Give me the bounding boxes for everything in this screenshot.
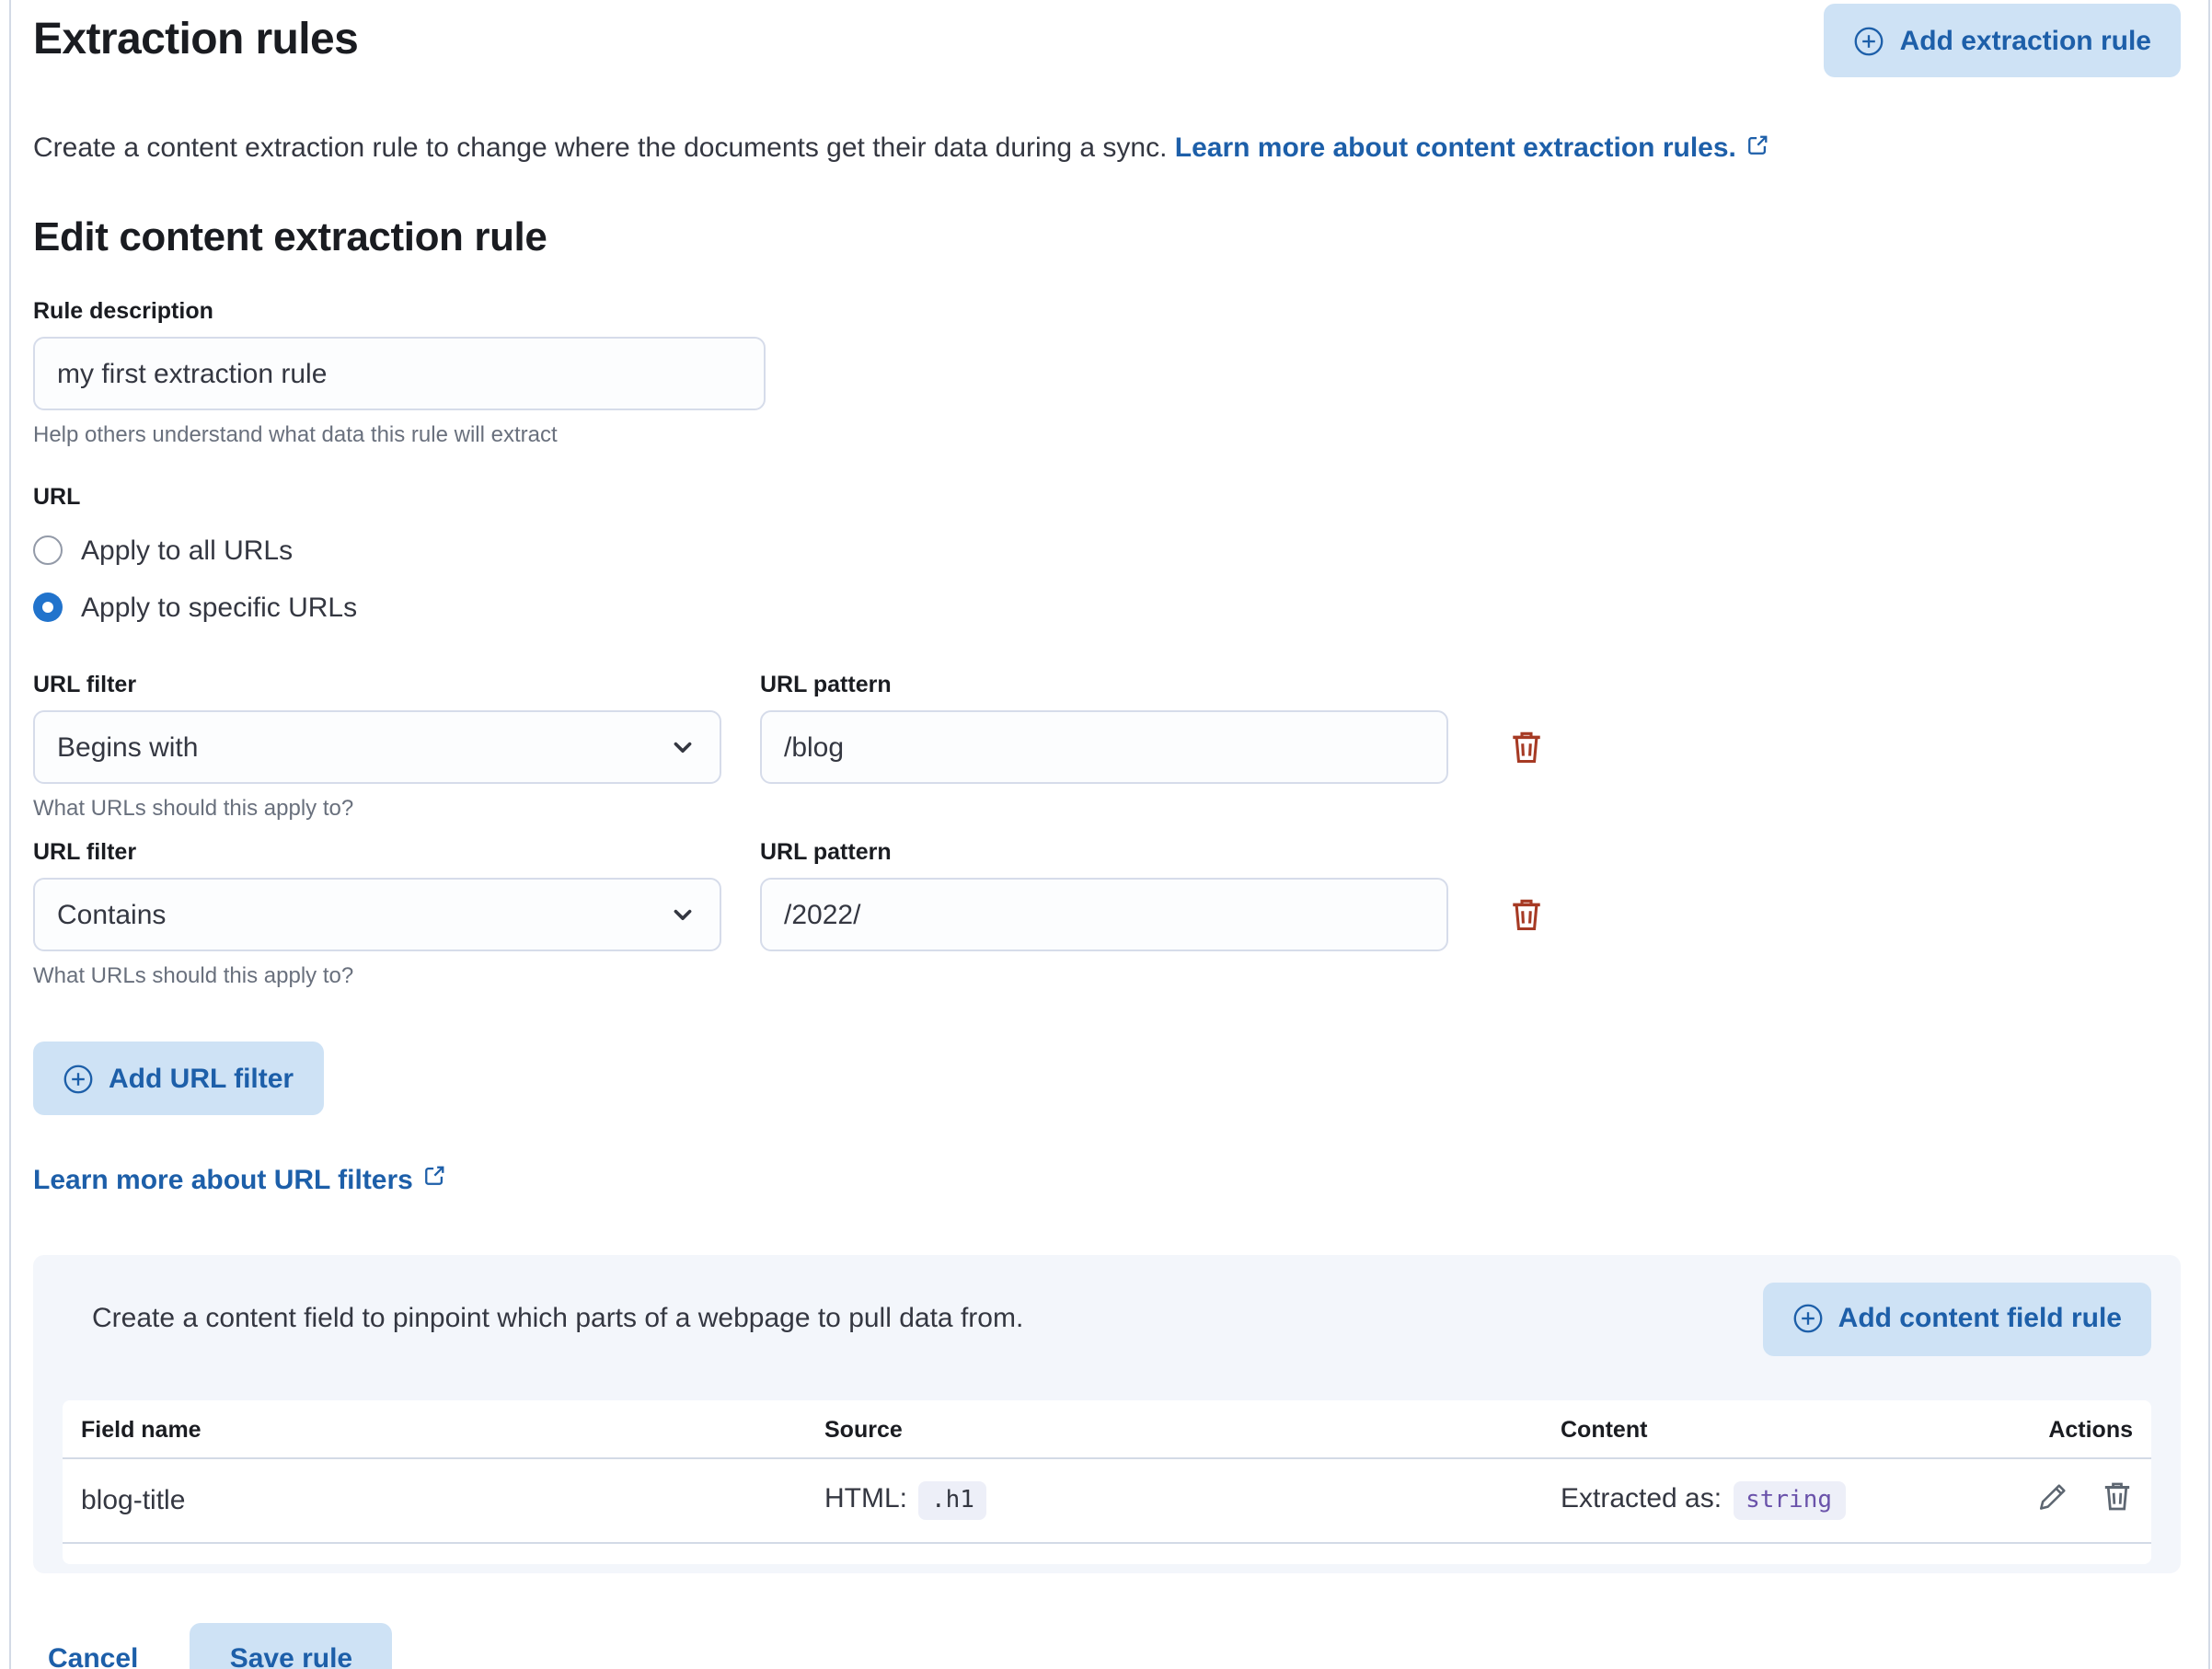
plus-in-circle-icon — [1854, 25, 1885, 56]
extraction-rules-page: Extraction rules Add extraction rule Cre… — [9, 0, 2210, 1669]
add-url-filter-button[interactable]: Add URL filter — [33, 1042, 323, 1115]
page-header: Extraction rules Add extraction rule — [33, 0, 2181, 77]
external-link-icon — [422, 1163, 448, 1196]
radio-unselected-icon[interactable] — [33, 535, 63, 565]
field-name-cell: blog-title — [63, 1457, 806, 1542]
plus-in-circle-icon — [63, 1063, 94, 1094]
delete-content-field-button[interactable] — [2102, 1480, 2133, 1512]
page-title: Extraction rules — [33, 4, 358, 77]
content-cell: Extracted as:string — [1542, 1457, 1894, 1542]
delete-url-filter-button[interactable] — [1509, 897, 1542, 932]
filter-1-help: What URLs should this apply to? — [33, 793, 2181, 823]
url-pattern-label: URL pattern — [760, 670, 1448, 699]
external-link-icon — [1745, 131, 1771, 169]
table-row: blog-title HTML:.h1 Extracted as:string — [63, 1457, 2151, 1542]
url-filter-label: URL filter — [33, 837, 721, 867]
chevron-down-icon — [668, 732, 697, 762]
content-fields-table: Field name Source Content Actions blog-t… — [63, 1399, 2151, 1563]
trash-icon — [2102, 1480, 2133, 1512]
chevron-down-icon — [668, 900, 697, 929]
cancel-button[interactable]: Cancel — [33, 1622, 153, 1669]
url-filter-label: URL filter — [33, 670, 721, 699]
url-filter-select[interactable]: Begins with — [33, 710, 721, 784]
save-rule-button[interactable]: Save rule — [190, 1622, 392, 1669]
delete-url-filter-button[interactable] — [1509, 730, 1542, 765]
rule-description-help: Help others understand what data this ru… — [33, 420, 2181, 449]
filter-2-row: Contains — [33, 878, 2181, 951]
rule-description-input[interactable] — [33, 337, 766, 410]
pencil-icon — [2037, 1480, 2068, 1512]
add-content-field-rule-button[interactable]: Add content field rule — [1763, 1282, 2151, 1355]
rule-description-label: Rule description — [33, 296, 2181, 326]
url-filter-select[interactable]: Contains — [33, 878, 721, 951]
source-code-badge: .h1 — [918, 1480, 987, 1519]
filter-1-row: Begins with — [33, 710, 2181, 784]
url-pattern-input[interactable] — [760, 710, 1448, 784]
screen: Extraction rules Add extraction rule Cre… — [0, 0, 2212, 1669]
radio-selected-icon[interactable] — [33, 593, 63, 622]
content-code-badge: string — [1733, 1480, 1845, 1519]
trash-icon — [1508, 730, 1543, 765]
url-pattern-input[interactable] — [760, 878, 1448, 951]
learn-more-url-filters-link[interactable]: Learn more about URL filters — [33, 1164, 413, 1195]
source-cell: HTML:.h1 — [806, 1457, 1542, 1542]
trash-icon — [1508, 897, 1543, 932]
url-label: URL — [33, 482, 2181, 512]
form-footer: Cancel Save rule — [33, 1622, 2181, 1669]
url-pattern-label: URL pattern — [760, 837, 1448, 867]
column-header-actions: Actions — [1894, 1399, 2151, 1457]
page-description: Create a content extraction rule to chan… — [33, 129, 2181, 169]
filter-1-labels: URL filter URL pattern — [33, 670, 2181, 699]
filter-2-labels: URL filter URL pattern — [33, 837, 2181, 867]
radio-apply-all-urls[interactable]: Apply to all URLs — [33, 532, 2181, 569]
add-extraction-rule-button[interactable]: Add extraction rule — [1825, 4, 2181, 77]
edit-rule-heading: Edit content extraction rule — [33, 212, 2181, 263]
column-header-field-name: Field name — [63, 1399, 806, 1457]
learn-more-extraction-rules-link[interactable]: Learn more about content extraction rule… — [1175, 132, 1736, 164]
column-header-content: Content — [1542, 1399, 1894, 1457]
edit-content-field-button[interactable] — [2037, 1480, 2068, 1512]
content-fields-panel: Create a content field to pinpoint which… — [33, 1254, 2181, 1572]
plus-in-circle-icon — [1792, 1303, 1824, 1334]
actions-cell — [1894, 1457, 2151, 1542]
content-fields-description: Create a content field to pinpoint which… — [63, 1303, 1023, 1334]
filter-2-help: What URLs should this apply to? — [33, 961, 2181, 990]
column-header-source: Source — [806, 1399, 1542, 1457]
radio-apply-specific-urls[interactable]: Apply to specific URLs — [33, 589, 2181, 626]
